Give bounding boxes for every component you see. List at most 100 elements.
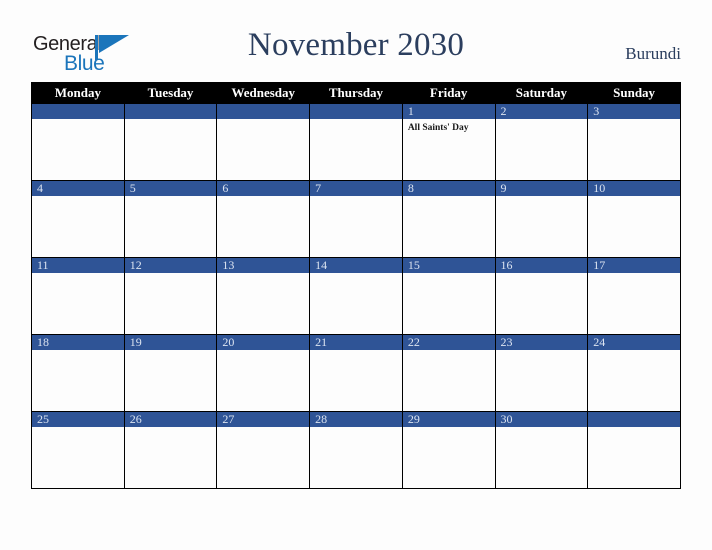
day-cell-inner: 27: [217, 412, 310, 488]
calendar-day-cell[interactable]: [31, 103, 125, 181]
day-number: 11: [32, 258, 124, 273]
day-number: 22: [402, 335, 495, 350]
page-header: General Blue November 2030 Burundi: [0, 0, 712, 82]
calendar-day-cell[interactable]: 18: [31, 334, 125, 412]
calendar-day-cell[interactable]: 24: [587, 334, 681, 412]
calendar-week-row: 4 5 6 7 8 9 10: [31, 180, 681, 258]
day-number: 30: [495, 412, 588, 427]
day-number: 1: [402, 104, 495, 119]
day-cell-inner: 13: [217, 258, 310, 334]
day-events: [588, 196, 680, 199]
day-number: [588, 412, 680, 427]
day-events: [217, 119, 309, 122]
calendar-day-cell[interactable]: 21: [309, 334, 403, 412]
calendar-day-cell[interactable]: 30: [494, 411, 589, 489]
day-number: 26: [124, 412, 217, 427]
day-cell-inner: 9: [495, 181, 588, 257]
day-events: [217, 273, 309, 276]
day-events: [588, 119, 680, 122]
calendar-day-cell[interactable]: [216, 103, 311, 181]
day-cell-inner: [124, 104, 217, 180]
day-cell-inner: 17: [588, 258, 680, 334]
day-number: 19: [124, 335, 217, 350]
page-title: November 2030: [247, 27, 465, 63]
day-cell-inner: 28: [310, 412, 402, 488]
calendar-day-cell[interactable]: 17: [587, 257, 681, 335]
day-cell-inner: 2: [495, 104, 588, 180]
calendar-day-cell[interactable]: [587, 411, 681, 489]
day-number: 23: [495, 335, 588, 350]
calendar-day-cell[interactable]: 15: [401, 257, 496, 335]
day-number: [310, 104, 402, 119]
day-cell-inner: 8: [402, 181, 495, 257]
calendar-day-cell[interactable]: 14: [309, 257, 403, 335]
day-cell-inner: 10: [588, 181, 680, 257]
day-events: [125, 196, 217, 199]
calendar-day-cell[interactable]: [309, 103, 403, 181]
calendar-day-cell[interactable]: 26: [123, 411, 218, 489]
calendar-day-cell[interactable]: 16: [494, 257, 589, 335]
calendar-day-cell[interactable]: 29: [401, 411, 496, 489]
day-cell-inner: 16: [495, 258, 588, 334]
day-number: 15: [402, 258, 495, 273]
calendar-day-cell[interactable]: 22: [401, 334, 496, 412]
day-events: [125, 119, 217, 122]
day-number: 7: [310, 181, 402, 196]
day-number: 28: [310, 412, 402, 427]
day-number: 3: [588, 104, 680, 119]
day-events: [403, 273, 495, 276]
day-events: [310, 350, 402, 353]
day-events: [310, 196, 402, 199]
calendar-day-cell[interactable]: 23: [494, 334, 589, 412]
calendar-day-cell[interactable]: 4: [31, 180, 125, 258]
calendar-day-cell[interactable]: 10: [587, 180, 681, 258]
day-cell-inner: 29: [402, 412, 495, 488]
day-events: [496, 196, 588, 199]
day-cell-inner: 5: [124, 181, 217, 257]
calendar-day-cell[interactable]: 27: [216, 411, 311, 489]
calendar-day-cell[interactable]: 19: [123, 334, 218, 412]
day-events: [588, 273, 680, 276]
calendar-day-cell[interactable]: 7: [309, 180, 403, 258]
calendar-page: General Blue November 2030 Burundi Monda…: [0, 0, 712, 550]
calendar-day-cell[interactable]: 8: [401, 180, 496, 258]
day-events: [496, 273, 588, 276]
calendar-day-cell[interactable]: [123, 103, 218, 181]
day-number: 16: [495, 258, 588, 273]
day-events: [32, 273, 124, 276]
calendar-day-cell[interactable]: 11: [31, 257, 125, 335]
day-events: [217, 196, 309, 199]
weekday-header-saturday: Saturday: [494, 82, 589, 104]
calendar-day-cell[interactable]: 1 All Saints' Day: [401, 103, 496, 181]
day-events: [310, 273, 402, 276]
day-number: 14: [310, 258, 402, 273]
calendar-day-cell[interactable]: 20: [216, 334, 311, 412]
day-cell-inner: 30: [495, 412, 588, 488]
day-events: [403, 196, 495, 199]
day-cell-inner: 11: [32, 258, 124, 334]
day-cell-inner: 14: [310, 258, 402, 334]
day-number: 18: [32, 335, 124, 350]
holiday-event-label: All Saints' Day: [407, 123, 469, 133]
calendar-day-cell[interactable]: 2: [494, 103, 589, 181]
day-cell-inner: 24: [588, 335, 680, 411]
calendar-day-cell[interactable]: 13: [216, 257, 311, 335]
day-events: [496, 427, 588, 430]
weekday-header-monday: Monday: [31, 82, 125, 104]
calendar-day-cell[interactable]: 6: [216, 180, 311, 258]
calendar-day-cell[interactable]: 5: [123, 180, 218, 258]
calendar-day-cell[interactable]: 3: [587, 103, 681, 181]
day-events: [217, 427, 309, 430]
calendar-day-cell[interactable]: 25: [31, 411, 125, 489]
weekday-header-thursday: Thursday: [309, 82, 403, 104]
day-cell-inner: 23: [495, 335, 588, 411]
day-number: 9: [495, 181, 588, 196]
day-number: 8: [402, 181, 495, 196]
day-cell-inner: 21: [310, 335, 402, 411]
calendar-day-cell[interactable]: 9: [494, 180, 589, 258]
calendar-body: 1 All Saints' Day 2 3 4 5 6 7 8 9 10 11 12 13 14 15 16 17…: [31, 103, 681, 489]
calendar-day-cell[interactable]: 12: [123, 257, 218, 335]
day-events: [310, 427, 402, 430]
day-number: 12: [124, 258, 217, 273]
calendar-day-cell[interactable]: 28: [309, 411, 403, 489]
